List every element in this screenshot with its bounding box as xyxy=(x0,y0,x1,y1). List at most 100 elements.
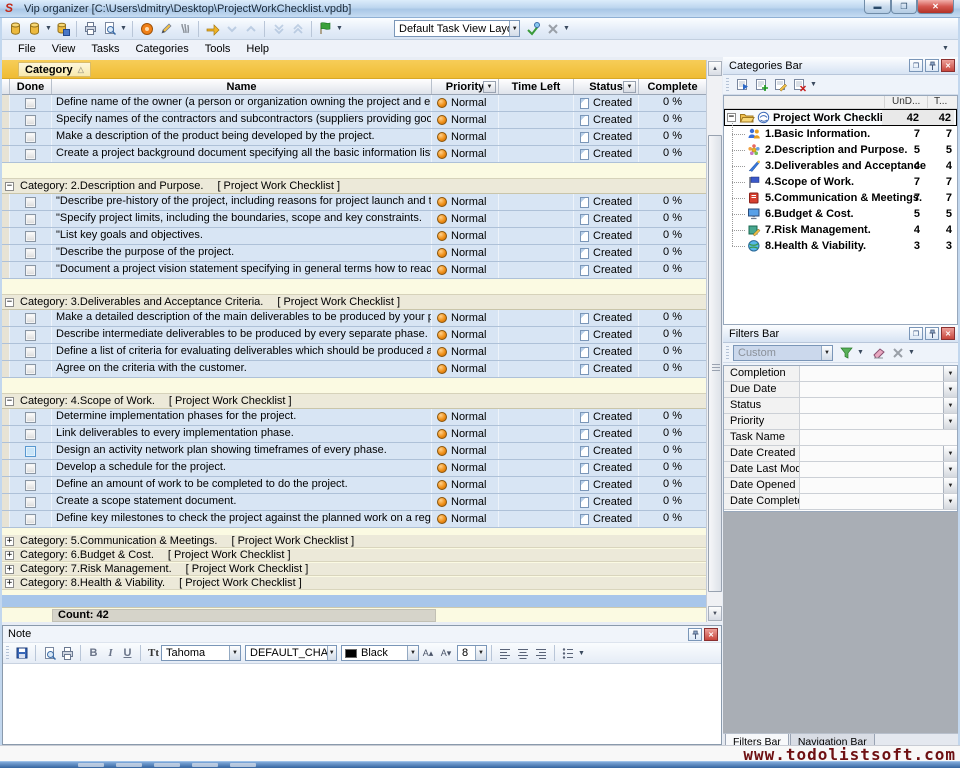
move-task-button[interactable] xyxy=(203,19,222,38)
filter-value-field[interactable] xyxy=(800,494,943,509)
category-tree-item[interactable]: 4.Scope of Work. 7 7 xyxy=(724,174,957,190)
done-checkbox[interactable] xyxy=(25,98,36,109)
move-bottom-button[interactable] xyxy=(269,19,288,38)
move-category-button[interactable] xyxy=(733,75,752,94)
expand-group-button[interactable]: + xyxy=(5,565,14,574)
status-filter-button[interactable]: ▼ xyxy=(623,81,636,93)
category-tree-item[interactable]: 6.Budget & Cost. 5 5 xyxy=(724,206,957,222)
task-row[interactable]: Design an activity network plan showing … xyxy=(2,443,706,460)
done-checkbox[interactable] xyxy=(25,214,36,225)
category-tree-item[interactable]: 2.Description and Purpose. 5 5 xyxy=(724,142,957,158)
collapse-group-button[interactable]: − xyxy=(5,182,14,191)
done-checkbox[interactable] xyxy=(25,514,36,525)
bullet-list-button[interactable] xyxy=(559,644,577,662)
menubar-overflow-dropdown[interactable]: ▼ xyxy=(941,45,950,52)
toolbar-grip[interactable] xyxy=(726,78,729,92)
group-by-category-button[interactable]: Category △ xyxy=(18,62,91,77)
menu-view[interactable]: View xyxy=(44,42,84,56)
shrink-font-button[interactable]: A▾ xyxy=(437,644,455,662)
collapse-group-button[interactable]: − xyxy=(5,397,14,406)
align-center-button[interactable] xyxy=(514,644,532,662)
filters-close-button[interactable]: ✕ xyxy=(941,327,955,340)
open-database-dropdown[interactable]: ▼ xyxy=(44,25,53,32)
collapse-group-button[interactable]: − xyxy=(5,298,14,307)
done-checkbox[interactable] xyxy=(25,463,36,474)
done-checkbox[interactable] xyxy=(25,446,36,457)
task-row[interactable]: Link deliverables to every implementatio… xyxy=(2,426,706,443)
edit-task-button[interactable] xyxy=(156,19,175,38)
layout-combo-spinner[interactable]: ▼ xyxy=(509,21,519,36)
done-checkbox[interactable] xyxy=(25,330,36,341)
task-row[interactable]: Define a list of criteria for evaluating… xyxy=(2,344,706,361)
preview-note-button[interactable] xyxy=(40,644,58,662)
layout-overflow-dropdown[interactable]: ▼ xyxy=(562,25,571,32)
column-header-complete[interactable]: Complete xyxy=(639,79,706,94)
column-header-done[interactable]: Done xyxy=(10,79,52,94)
column-header-time-left[interactable]: Time Left xyxy=(499,79,574,94)
filter-dropdown-button[interactable]: ▼ xyxy=(943,462,957,477)
grow-font-button[interactable]: A▴ xyxy=(419,644,437,662)
task-row[interactable]: Define key milestones to check the proje… xyxy=(2,511,706,528)
group-header-row[interactable]: − Category: 4.Scope of Work. [ Project W… xyxy=(2,393,706,409)
filter-dropdown-button[interactable]: ▼ xyxy=(943,398,957,413)
collapsed-group-row[interactable]: + Category: 5.Communication & Meetings. … xyxy=(2,535,706,548)
scrollbar-thumb[interactable] xyxy=(708,135,722,592)
done-checkbox[interactable] xyxy=(25,248,36,259)
categories-restore-button[interactable]: ❐ xyxy=(909,59,923,72)
filter-value-field[interactable] xyxy=(800,398,943,413)
toolbar-grip[interactable] xyxy=(726,346,729,360)
group-header-row[interactable]: − Category: 2.Description and Purpose. [… xyxy=(2,178,706,194)
print-button[interactable] xyxy=(81,19,100,38)
font-color-combo[interactable]: Black ▼ xyxy=(341,645,419,661)
print-note-button[interactable] xyxy=(58,644,76,662)
minimize-button[interactable]: ▬ xyxy=(864,0,891,14)
task-row[interactable]: "Describe the purpose of the project. No… xyxy=(2,245,706,262)
menu-tasks[interactable]: Tasks xyxy=(83,42,127,56)
new-task-button[interactable] xyxy=(137,19,156,38)
delete-layout-button[interactable] xyxy=(543,19,562,38)
menu-help[interactable]: Help xyxy=(238,42,277,56)
font-size-combo[interactable]: 8 ▼ xyxy=(457,645,487,661)
category-tree-item[interactable]: 1.Basic Information. 7 7 xyxy=(724,126,957,142)
category-tree-item[interactable]: 3.Deliverables and Acceptance 4 4 xyxy=(724,158,957,174)
collapsed-group-row[interactable]: + Category: 7.Risk Management. [ Project… xyxy=(2,563,706,576)
filter-value-field[interactable] xyxy=(800,446,943,461)
new-database-button[interactable] xyxy=(6,19,25,38)
menu-tools[interactable]: Tools xyxy=(197,42,239,56)
task-row[interactable]: Make a detailed description of the main … xyxy=(2,310,706,327)
font-name-combo[interactable]: Tahoma ▼ xyxy=(161,645,241,661)
grid-vertical-scrollbar[interactable]: ▲ ▼ xyxy=(706,60,722,622)
categories-close-button[interactable]: ✕ xyxy=(941,59,955,72)
bold-button[interactable]: B xyxy=(85,644,102,662)
column-undone[interactable]: UnD... xyxy=(892,96,920,107)
filter-value-field[interactable] xyxy=(800,478,943,493)
priority-filter-button[interactable]: ▼ xyxy=(483,81,496,93)
add-category-button[interactable] xyxy=(752,75,771,94)
collapsed-group-row[interactable]: + Category: 8.Health & Viability. [ Proj… xyxy=(2,577,706,590)
task-row[interactable]: Develop a schedule for the project. Norm… xyxy=(2,460,706,477)
clear-filter-button[interactable] xyxy=(869,343,888,362)
filter-dropdown-button[interactable]: ▼ xyxy=(943,382,957,397)
font-size-spinner[interactable]: ▼ xyxy=(475,646,486,660)
scroll-up-button[interactable]: ▲ xyxy=(708,61,722,76)
print-preview-button[interactable] xyxy=(100,19,119,38)
maximize-button[interactable]: ❐ xyxy=(891,0,917,14)
note-overflow-dropdown[interactable]: ▼ xyxy=(577,650,586,657)
open-database-button[interactable] xyxy=(25,19,44,38)
task-row[interactable]: Specify names of the contractors and sub… xyxy=(2,112,706,129)
filter-value-field[interactable] xyxy=(800,382,943,397)
done-checkbox[interactable] xyxy=(25,429,36,440)
task-view-layout-combo[interactable]: Default Task View Layout ▼ xyxy=(394,20,520,37)
done-checkbox[interactable] xyxy=(25,347,36,358)
column-header-name[interactable]: Name xyxy=(52,79,432,94)
done-checkbox[interactable] xyxy=(25,115,36,126)
group-header-row[interactable]: − Category: 3.Deliverables and Acceptanc… xyxy=(2,294,706,310)
italic-button[interactable]: I xyxy=(102,644,119,662)
done-checkbox[interactable] xyxy=(25,497,36,508)
task-row[interactable]: Determine implementation phases for the … xyxy=(2,409,706,426)
tree-root-expander[interactable]: − xyxy=(727,113,736,122)
move-down-button[interactable] xyxy=(222,19,241,38)
category-tree-item[interactable]: 7.Risk Management. 4 4 xyxy=(724,222,957,238)
done-checkbox[interactable] xyxy=(25,149,36,160)
filters-pin-button[interactable] xyxy=(925,327,939,340)
